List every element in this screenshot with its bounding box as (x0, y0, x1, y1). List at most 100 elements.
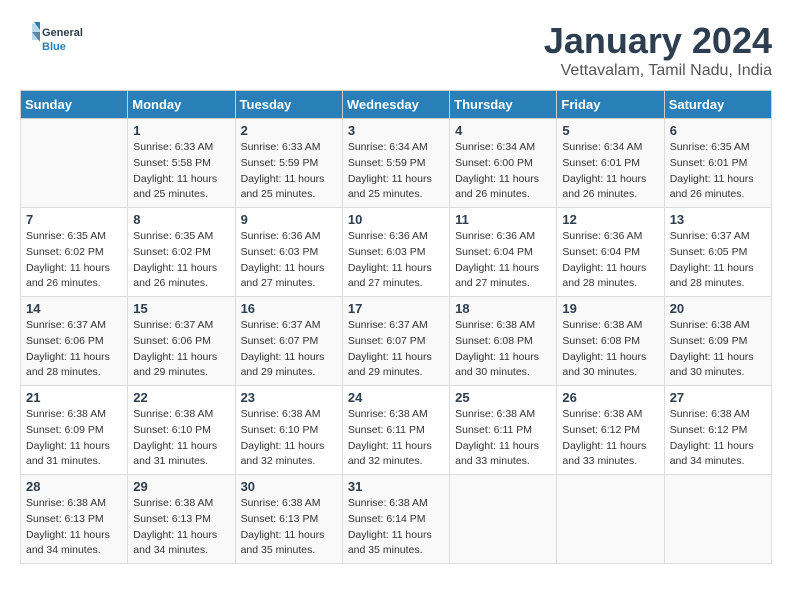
day-number: 30 (241, 479, 337, 494)
col-monday: Monday (128, 91, 235, 119)
day-detail: Sunrise: 6:38 AMSunset: 6:13 PMDaylight:… (241, 497, 325, 556)
week-row-3: 14 Sunrise: 6:37 AMSunset: 6:06 PMDaylig… (21, 297, 772, 386)
table-row: 12 Sunrise: 6:36 AMSunset: 6:04 PMDaylig… (557, 208, 664, 297)
week-row-1: 1 Sunrise: 6:33 AMSunset: 5:58 PMDayligh… (21, 119, 772, 208)
day-detail: Sunrise: 6:34 AMSunset: 5:59 PMDaylight:… (348, 141, 432, 200)
table-row: 5 Sunrise: 6:34 AMSunset: 6:01 PMDayligh… (557, 119, 664, 208)
day-detail: Sunrise: 6:36 AMSunset: 6:04 PMDaylight:… (562, 230, 646, 289)
day-number: 5 (562, 123, 658, 138)
day-detail: Sunrise: 6:36 AMSunset: 6:04 PMDaylight:… (455, 230, 539, 289)
table-row: 23 Sunrise: 6:38 AMSunset: 6:10 PMDaylig… (235, 386, 342, 475)
day-detail: Sunrise: 6:38 AMSunset: 6:09 PMDaylight:… (26, 408, 110, 467)
day-number: 28 (26, 479, 122, 494)
day-number: 3 (348, 123, 444, 138)
day-number: 18 (455, 301, 551, 316)
week-row-2: 7 Sunrise: 6:35 AMSunset: 6:02 PMDayligh… (21, 208, 772, 297)
table-row: 2 Sunrise: 6:33 AMSunset: 5:59 PMDayligh… (235, 119, 342, 208)
week-row-5: 28 Sunrise: 6:38 AMSunset: 6:13 PMDaylig… (21, 475, 772, 564)
table-row (557, 475, 664, 564)
day-number: 10 (348, 212, 444, 227)
table-row: 21 Sunrise: 6:38 AMSunset: 6:09 PMDaylig… (21, 386, 128, 475)
day-detail: Sunrise: 6:38 AMSunset: 6:12 PMDaylight:… (670, 408, 754, 467)
day-detail: Sunrise: 6:35 AMSunset: 6:02 PMDaylight:… (133, 230, 217, 289)
header: General Blue January 2024 Vettavalam, Ta… (20, 20, 772, 80)
day-number: 25 (455, 390, 551, 405)
table-row: 9 Sunrise: 6:36 AMSunset: 6:03 PMDayligh… (235, 208, 342, 297)
table-row: 20 Sunrise: 6:38 AMSunset: 6:09 PMDaylig… (664, 297, 771, 386)
day-detail: Sunrise: 6:35 AMSunset: 6:01 PMDaylight:… (670, 141, 754, 200)
table-row: 18 Sunrise: 6:38 AMSunset: 6:08 PMDaylig… (450, 297, 557, 386)
table-row (21, 119, 128, 208)
day-number: 7 (26, 212, 122, 227)
svg-text:Blue: Blue (42, 41, 66, 53)
day-detail: Sunrise: 6:38 AMSunset: 6:12 PMDaylight:… (562, 408, 646, 467)
day-number: 11 (455, 212, 551, 227)
logo-svg: General Blue (20, 20, 100, 60)
day-detail: Sunrise: 6:36 AMSunset: 6:03 PMDaylight:… (241, 230, 325, 289)
day-number: 19 (562, 301, 658, 316)
col-saturday: Saturday (664, 91, 771, 119)
table-row: 15 Sunrise: 6:37 AMSunset: 6:06 PMDaylig… (128, 297, 235, 386)
day-number: 4 (455, 123, 551, 138)
day-detail: Sunrise: 6:37 AMSunset: 6:07 PMDaylight:… (348, 319, 432, 378)
day-number: 24 (348, 390, 444, 405)
day-detail: Sunrise: 6:37 AMSunset: 6:07 PMDaylight:… (241, 319, 325, 378)
week-row-4: 21 Sunrise: 6:38 AMSunset: 6:09 PMDaylig… (21, 386, 772, 475)
day-detail: Sunrise: 6:37 AMSunset: 6:05 PMDaylight:… (670, 230, 754, 289)
table-row: 10 Sunrise: 6:36 AMSunset: 6:03 PMDaylig… (342, 208, 449, 297)
day-detail: Sunrise: 6:34 AMSunset: 6:01 PMDaylight:… (562, 141, 646, 200)
table-row: 8 Sunrise: 6:35 AMSunset: 6:02 PMDayligh… (128, 208, 235, 297)
table-row: 19 Sunrise: 6:38 AMSunset: 6:08 PMDaylig… (557, 297, 664, 386)
day-detail: Sunrise: 6:33 AMSunset: 5:59 PMDaylight:… (241, 141, 325, 200)
day-detail: Sunrise: 6:38 AMSunset: 6:11 PMDaylight:… (455, 408, 539, 467)
svg-text:General: General (42, 27, 83, 39)
table-row: 13 Sunrise: 6:37 AMSunset: 6:05 PMDaylig… (664, 208, 771, 297)
calendar-table: Sunday Monday Tuesday Wednesday Thursday… (20, 90, 772, 564)
table-row: 4 Sunrise: 6:34 AMSunset: 6:00 PMDayligh… (450, 119, 557, 208)
day-number: 1 (133, 123, 229, 138)
logo: General Blue (20, 20, 100, 60)
day-detail: Sunrise: 6:36 AMSunset: 6:03 PMDaylight:… (348, 230, 432, 289)
day-number: 9 (241, 212, 337, 227)
day-number: 26 (562, 390, 658, 405)
day-detail: Sunrise: 6:38 AMSunset: 6:14 PMDaylight:… (348, 497, 432, 556)
day-number: 8 (133, 212, 229, 227)
day-number: 2 (241, 123, 337, 138)
title-block: January 2024 Vettavalam, Tamil Nadu, Ind… (544, 20, 772, 80)
table-row: 22 Sunrise: 6:38 AMSunset: 6:10 PMDaylig… (128, 386, 235, 475)
table-row (450, 475, 557, 564)
day-detail: Sunrise: 6:38 AMSunset: 6:10 PMDaylight:… (133, 408, 217, 467)
day-detail: Sunrise: 6:38 AMSunset: 6:13 PMDaylight:… (133, 497, 217, 556)
day-number: 20 (670, 301, 766, 316)
table-row: 7 Sunrise: 6:35 AMSunset: 6:02 PMDayligh… (21, 208, 128, 297)
table-row: 28 Sunrise: 6:38 AMSunset: 6:13 PMDaylig… (21, 475, 128, 564)
day-number: 31 (348, 479, 444, 494)
table-row: 27 Sunrise: 6:38 AMSunset: 6:12 PMDaylig… (664, 386, 771, 475)
day-number: 17 (348, 301, 444, 316)
table-row (664, 475, 771, 564)
day-detail: Sunrise: 6:38 AMSunset: 6:11 PMDaylight:… (348, 408, 432, 467)
col-thursday: Thursday (450, 91, 557, 119)
table-row: 11 Sunrise: 6:36 AMSunset: 6:04 PMDaylig… (450, 208, 557, 297)
day-detail: Sunrise: 6:38 AMSunset: 6:08 PMDaylight:… (562, 319, 646, 378)
day-number: 22 (133, 390, 229, 405)
header-row: Sunday Monday Tuesday Wednesday Thursday… (21, 91, 772, 119)
day-number: 14 (26, 301, 122, 316)
day-number: 12 (562, 212, 658, 227)
day-detail: Sunrise: 6:38 AMSunset: 6:10 PMDaylight:… (241, 408, 325, 467)
day-number: 23 (241, 390, 337, 405)
col-sunday: Sunday (21, 91, 128, 119)
day-detail: Sunrise: 6:38 AMSunset: 6:08 PMDaylight:… (455, 319, 539, 378)
table-row: 25 Sunrise: 6:38 AMSunset: 6:11 PMDaylig… (450, 386, 557, 475)
day-detail: Sunrise: 6:38 AMSunset: 6:09 PMDaylight:… (670, 319, 754, 378)
table-row: 16 Sunrise: 6:37 AMSunset: 6:07 PMDaylig… (235, 297, 342, 386)
col-tuesday: Tuesday (235, 91, 342, 119)
day-number: 21 (26, 390, 122, 405)
table-row: 29 Sunrise: 6:38 AMSunset: 6:13 PMDaylig… (128, 475, 235, 564)
calendar-subtitle: Vettavalam, Tamil Nadu, India (544, 62, 772, 80)
day-number: 13 (670, 212, 766, 227)
table-row: 31 Sunrise: 6:38 AMSunset: 6:14 PMDaylig… (342, 475, 449, 564)
table-row: 6 Sunrise: 6:35 AMSunset: 6:01 PMDayligh… (664, 119, 771, 208)
day-detail: Sunrise: 6:34 AMSunset: 6:00 PMDaylight:… (455, 141, 539, 200)
day-detail: Sunrise: 6:35 AMSunset: 6:02 PMDaylight:… (26, 230, 110, 289)
